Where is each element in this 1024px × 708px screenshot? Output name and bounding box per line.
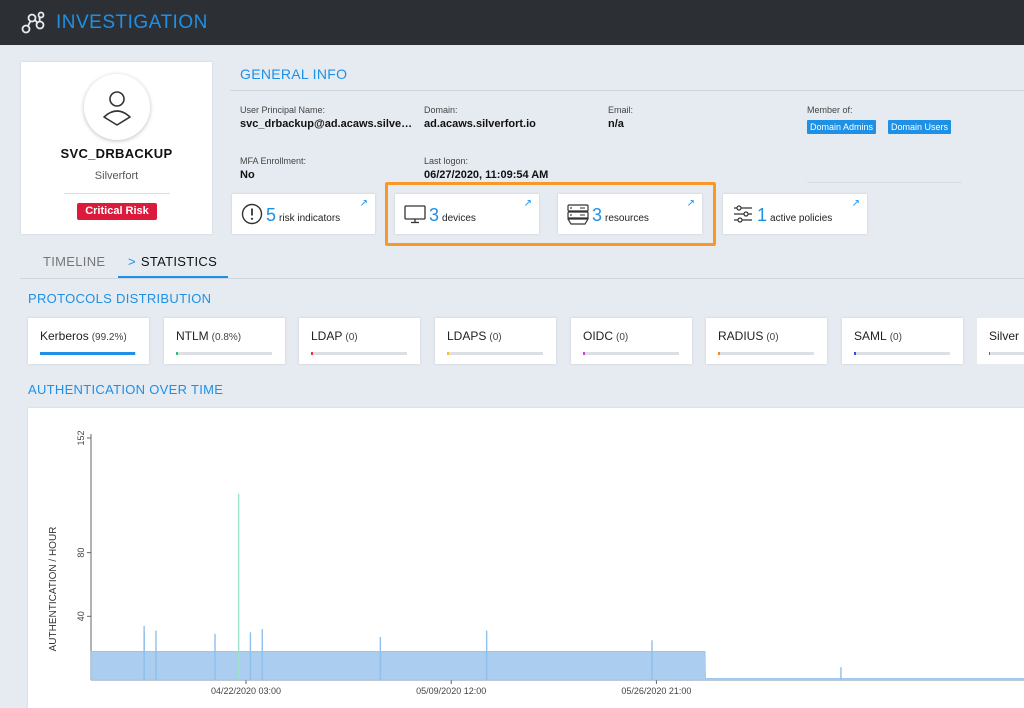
user-name: SVC_DRBACKUP [60,146,173,161]
graph-logo-icon [21,11,45,33]
upn-label: User Principal Name: [240,105,326,115]
protocol-bar [311,352,407,355]
risk-badge: Critical Risk [77,203,157,220]
last-logon-value: 06/27/2020, 11:09:54 AM [424,169,549,181]
sliders-icon [731,202,755,226]
auth-area-series [90,651,1024,681]
protocol-pct: (0) [489,332,502,343]
x-tick-label: 05/09/2020 12:00 [416,686,486,696]
external-arrow-icon[interactable]: ↗ [360,198,368,209]
mfa-label: MFA Enrollment: [240,156,307,166]
member-chip-domain-users[interactable]: Domain Users [888,120,952,134]
chevron-right-icon: > [128,254,136,269]
protocol-card-ldap[interactable]: LDAP (0) [299,318,420,364]
auth-chart-panel: 40 80 152 04/22/2020 03:00 05/09/2020 12:00 0… [28,408,1024,708]
member-of-label: Member of: [807,105,853,115]
tab-statistics-label: STATISTICS [140,254,218,269]
protocol-pct: (0) [766,332,779,343]
avatar [84,74,150,140]
protocol-name: LDAPS [447,329,487,343]
protocol-bar [176,352,272,355]
tab-statistics[interactable]: > STATISTICS [128,254,217,269]
tab-divider [20,278,1024,279]
protocol-bar-fill [989,352,990,355]
protocol-name: OIDC [583,329,613,343]
protocol-name: Silver [989,329,1020,343]
domain-label: Domain: [424,105,458,115]
protocol-bar-fill [718,352,721,355]
protocol-bar-fill [447,352,450,355]
y-tick-label: 40 [76,611,86,621]
protocol-pct: (0) [889,332,902,343]
protocol-bar-fill [311,352,314,355]
active-policies-label: active policies [770,212,833,224]
y-tick-label: 80 [76,548,86,558]
upn-value: svc_drbackup@ad.acaws.silve… [240,118,413,130]
exclamation-circle-icon [240,202,264,226]
protocol-bar-fill [583,352,586,355]
protocol-pct: (0) [345,332,358,343]
protocol-bar-fill [176,352,179,355]
protocol-bar [989,352,1024,355]
risk-indicators-count: 5 [266,204,277,225]
user-card-divider [64,193,170,194]
x-tick-label: 05/26/2020 21:00 [621,686,691,696]
protocol-bar-fill [854,352,857,355]
protocol-card-saml[interactable]: SAML (0) [842,318,963,364]
protocol-name: NTLM [176,329,209,343]
domain-value: ad.acaws.silverfort.io [424,118,536,130]
auth-section-title: AUTHENTICATION OVER TIME [28,382,224,397]
risk-indicators-label: risk indicators [279,212,341,224]
protocol-bar [583,352,679,355]
user-icon [103,91,131,126]
last-logon-label: Last logon: [424,156,469,166]
y-tick-label: 152 [76,430,86,445]
auth-chart: 40 80 152 04/22/2020 03:00 05/09/2020 12:00 0… [48,430,1024,696]
external-arrow-icon[interactable]: ↗ [852,198,860,209]
general-info-title: GENERAL INFO [240,66,348,82]
protocol-card-radius[interactable]: RADIUS (0) [706,318,827,364]
user-org: Silverfort [94,170,139,182]
protocol-name: RADIUS [718,329,764,343]
active-policies-card[interactable]: 1 active policies ↗ [723,194,867,234]
email-label: Email: [608,105,634,115]
protocol-name: LDAP [311,329,343,343]
protocol-pct: (0.8%) [211,332,242,343]
highlight-box [385,182,716,246]
protocol-card-ntlm[interactable]: NTLM (0.8%) [164,318,285,364]
y-axis-title: AUTHENTICATION / HOUR [48,527,59,652]
x-tick-label: 04/22/2020 03:00 [211,686,281,696]
protocol-bar [718,352,814,355]
protocol-bar [447,352,543,355]
top-bar: INVESTIGATION [0,0,1024,45]
protocol-card-silverfort[interactable]: Silver [977,318,1024,364]
protocol-card-oidc[interactable]: OIDC (0) [571,318,692,364]
tab-timeline[interactable]: TIMELINE [43,254,105,269]
protocol-name: SAML [854,329,887,343]
page-title: INVESTIGATION [56,11,208,33]
active-policies-count: 1 [757,204,768,225]
protocol-pct: (0) [616,332,629,343]
user-card: SVC_DRBACKUP Silverfort Critical Risk [21,62,212,234]
protocol-bar [854,352,950,355]
protocols-section-title: PROTOCOLS DISTRIBUTION [28,291,212,306]
protocol-card-kerberos[interactable]: Kerberos (99.2%) [28,318,149,364]
protocol-pct: (99.2%) [91,332,127,343]
mfa-value: No [240,169,255,181]
protocol-name: Kerberos [40,329,89,343]
email-value: n/a [608,118,624,130]
protocol-bar [40,352,136,355]
protocol-card-ldaps[interactable]: LDAPS (0) [435,318,556,364]
protocol-bar-fill [40,352,136,355]
general-info-divider [230,90,1024,91]
member-divider [807,182,962,183]
member-chip-domain-admins[interactable]: Domain Admins [807,120,877,134]
risk-indicators-card[interactable]: 5 risk indicators ↗ [232,194,375,234]
